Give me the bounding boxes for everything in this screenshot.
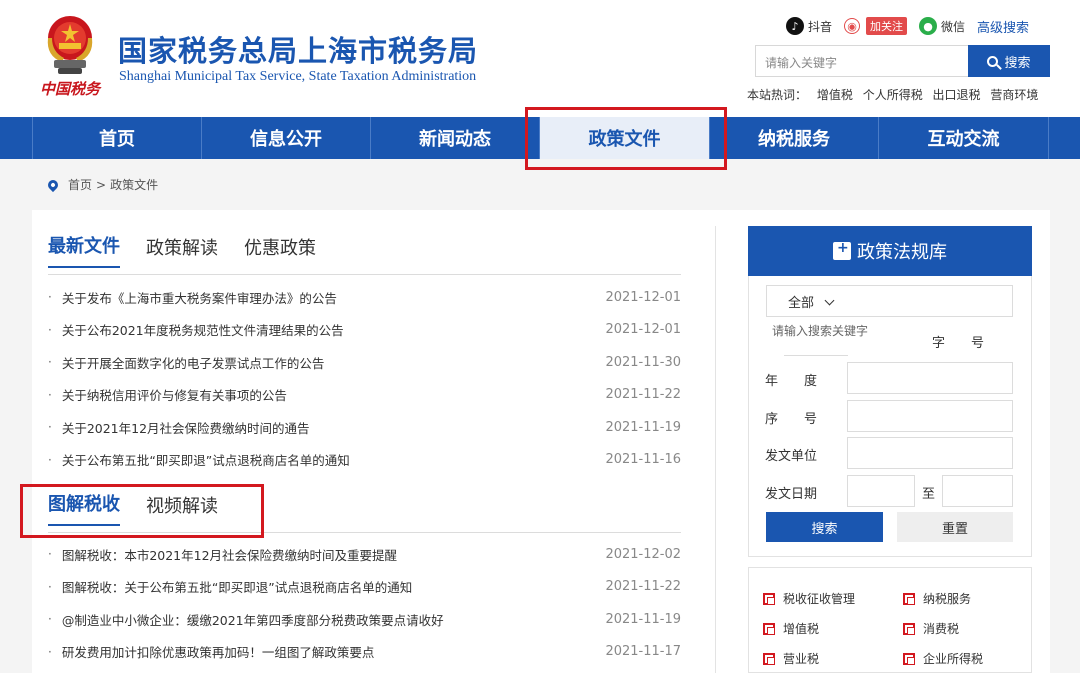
tab-policy-interpretation[interactable]: 政策解读 — [146, 234, 218, 268]
copy-icon — [903, 592, 915, 605]
tab-latest-docs[interactable]: 最新文件 — [48, 232, 120, 268]
location-pin-icon — [45, 177, 61, 192]
law-db-header: 政策法规库 — [748, 226, 1032, 276]
douyin-icon: ♪ — [786, 17, 804, 35]
law-reset-button[interactable]: 重置 — [897, 512, 1013, 542]
label-unit: 发文单位 — [765, 449, 818, 464]
unit-input[interactable] — [847, 437, 1013, 469]
site-title[interactable]: 国家税务总局上海市税务局 — [118, 28, 478, 70]
breadcrumb-current: 政策文件 — [110, 178, 159, 192]
book-icon — [833, 240, 851, 260]
copy-icon — [763, 652, 775, 665]
social-links: ♪ 抖音 ◉ 加关注 ● 微信 高级搜索 — [786, 15, 1029, 37]
site-header: 中国税务 国家税务总局上海市税务局 Shanghai Municipal Tax… — [0, 0, 1080, 117]
douyin-link[interactable]: ♪ 抖音 — [786, 17, 832, 35]
label-seq: 序 号 — [765, 412, 818, 427]
label-date: 发文日期 — [765, 487, 818, 502]
category-link[interactable]: 增值税 — [763, 620, 819, 637]
list-item[interactable]: · 关于开展全面数字化的电子发票试点工作的公告 2021-11-30 — [48, 346, 681, 379]
hot-term[interactable]: 个人所得税 — [863, 88, 923, 102]
breadcrumb: 首页 > 政策文件 — [45, 176, 159, 193]
category-link[interactable]: 营业税 — [763, 650, 819, 667]
national-emblem-icon — [47, 16, 93, 74]
category-link[interactable]: 税收征收管理 — [763, 590, 855, 607]
category-link[interactable]: 消费税 — [903, 620, 959, 637]
label-year: 年 度 — [765, 374, 818, 389]
list-item[interactable]: · 关于公布第五批“即买即退”试点退税商店名单的通知 2021-11-16 — [48, 444, 681, 477]
advanced-search-link[interactable]: 高级搜索 — [977, 17, 1029, 36]
highlight-box-tabs — [20, 484, 264, 538]
weibo-link[interactable]: ◉ 加关注 — [844, 17, 908, 35]
tab-underline — [48, 274, 681, 275]
latest-docs-list: · 关于发布《上海市重大税务案件审理办法》的公告 2021-12-01 · 关于公布2… — [48, 281, 681, 476]
list-item[interactable]: · 关于公布2021年度税务规范性文件清理结果的公告 2021-12-01 — [48, 314, 681, 347]
date-from-input[interactable] — [847, 475, 915, 507]
nav-item-interact[interactable]: 互动交流 — [878, 117, 1049, 159]
copy-icon — [763, 592, 775, 605]
tab-preferential-policy[interactable]: 优惠政策 — [244, 234, 316, 268]
hot-term[interactable]: 营商环境 — [990, 88, 1038, 102]
column-divider — [715, 226, 716, 673]
wechat-link[interactable]: ● 微信 — [919, 17, 965, 35]
nav-item-news[interactable]: 新闻动态 — [370, 117, 539, 159]
copy-icon — [903, 652, 915, 665]
year-prefix-box — [784, 355, 848, 356]
nav-item-service[interactable]: 纳税服务 — [709, 117, 878, 159]
list-item[interactable]: · 关于纳税信用评价与修复有关事项的公告 2021-11-22 — [48, 379, 681, 412]
copy-icon — [763, 622, 775, 635]
chevron-down-icon — [824, 295, 835, 306]
category-link[interactable]: 企业所得税 — [903, 650, 983, 667]
list-item[interactable]: · 图解税收：关于公布第五批“即买即退”试点退税商店名单的通知 2021-11-22 — [48, 571, 681, 604]
nav-item-info[interactable]: 信息公开 — [201, 117, 370, 159]
site-subtitle: Shanghai Municipal Tax Service, State Ta… — [119, 69, 477, 84]
highlight-box-nav — [525, 107, 727, 170]
breadcrumb-home[interactable]: 首页 — [68, 176, 92, 193]
keyword-input[interactable]: 请输入搜索关键字 — [772, 322, 932, 342]
nav-item-home[interactable]: 首页 — [32, 117, 201, 159]
list-item[interactable]: · 关于2021年12月社会保险费缴纳时间的通告 2021-11-19 — [48, 411, 681, 444]
hot-term[interactable]: 增值税 — [817, 88, 853, 102]
hot-term[interactable]: 出口退税 — [933, 88, 981, 102]
date-to-input[interactable] — [942, 475, 1013, 507]
scope-select-value[interactable]: 全部 — [788, 292, 835, 311]
slogan-logo: 中国税务 — [40, 80, 101, 98]
year-input[interactable] — [847, 362, 1013, 394]
weibo-icon: ◉ — [844, 18, 861, 34]
label-zihao: 字 号 — [932, 336, 985, 351]
law-search-button[interactable]: 搜索 — [766, 512, 883, 542]
copy-icon — [903, 622, 915, 635]
wechat-icon: ● — [919, 17, 938, 35]
hot-terms: 本站热词： 增值税 个人所得税 出口退税 营商环境 — [747, 88, 1039, 102]
search-button[interactable]: 搜索 — [968, 45, 1050, 77]
list-item[interactable]: · 图解税收：本市2021年12月社会保险费缴纳时间及重要提醒 2021-12-02 — [48, 538, 681, 571]
search-icon — [987, 55, 999, 67]
list-item[interactable]: · @制造业中小微企业：缓缴2021年第四季度部分税费政策要点请收好 2021-11… — [48, 603, 681, 636]
tabs-latest: 最新文件 政策解读 优惠政策 — [48, 236, 342, 268]
search-input[interactable]: 请输入关键字 — [755, 45, 969, 77]
label-to: 至 — [922, 487, 936, 502]
category-link[interactable]: 纳税服务 — [903, 590, 971, 607]
graphic-tax-list: · 图解税收：本市2021年12月社会保险费缴纳时间及重要提醒 2021-12-02… — [48, 538, 681, 668]
list-item[interactable]: · 研发费用加计扣除优惠政策再加码！一组图了解政策要点 2021-11-17 — [48, 636, 681, 669]
list-item[interactable]: · 关于发布《上海市重大税务案件审理办法》的公告 2021-12-01 — [48, 281, 681, 314]
seq-input[interactable] — [847, 400, 1013, 432]
